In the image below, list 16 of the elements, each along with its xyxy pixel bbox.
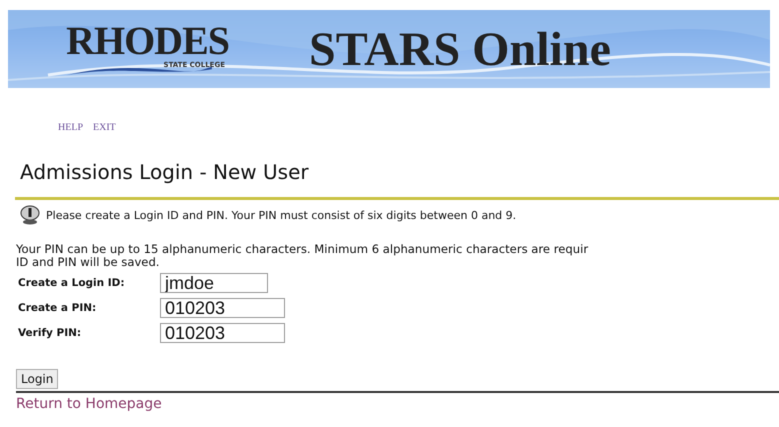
nav-link[interactable]: EXIT bbox=[93, 122, 116, 133]
return-link[interactable]: Return to Homepage bbox=[16, 396, 162, 412]
input-field[interactable]: 010203 bbox=[160, 323, 285, 343]
info-message: Please create a Login ID and PIN. Your PIN must consist of six digits between 0 and 9. bbox=[46, 208, 516, 222]
page-title: Admissions Login - New User bbox=[20, 159, 310, 185]
field-label: Create a PIN: bbox=[18, 302, 98, 314]
login-button[interactable]: Login bbox=[16, 369, 58, 389]
instruction-text: Your PIN can be up to 15 alphanumeric characters. Minimum 6 alphanumeric characters are requir bbox=[16, 243, 590, 256]
nav-link[interactable]: HELP bbox=[58, 122, 83, 133]
info-icon bbox=[20, 205, 40, 225]
field-label: Create a Login ID: bbox=[18, 277, 126, 289]
instruction-text: ID and PIN will be saved. bbox=[16, 256, 160, 269]
field-label: Verify PIN: bbox=[18, 327, 82, 339]
input-field[interactable]: 010203 bbox=[160, 298, 285, 318]
college-logo-text: RHODES bbox=[66, 21, 229, 61]
banner-title: STARS Online bbox=[309, 22, 611, 76]
